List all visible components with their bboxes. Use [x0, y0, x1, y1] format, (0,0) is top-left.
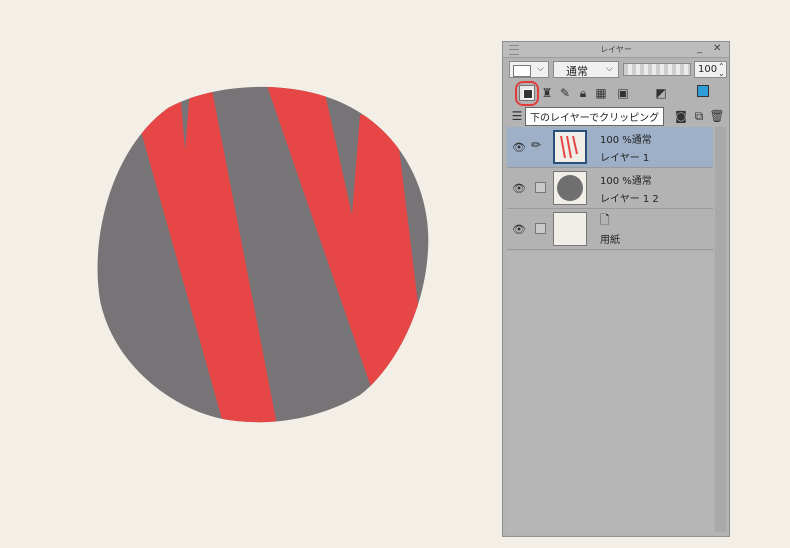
drawing-canvas[interactable] — [0, 0, 500, 548]
layer-name: レイヤー 1 — [600, 153, 650, 164]
pen-icon: ✏︎ — [531, 138, 542, 152]
copy-layer-icon[interactable]: ⧉ — [691, 108, 707, 124]
chevron-down-icon: ⌵ — [537, 64, 544, 74]
layer-opacity-mode: 100 %通常 — [600, 176, 652, 187]
draft-layer-icon[interactable]: ✎ — [557, 85, 573, 101]
reference-layer-icon[interactable]: ♜ — [539, 85, 555, 101]
eye-icon[interactable]: 👁︎ — [512, 182, 526, 195]
layer-color-icon[interactable] — [691, 85, 715, 101]
layer-row[interactable]: 👁︎ 🗋 用紙 — [507, 209, 713, 250]
blend-mode-value: 通常 — [566, 65, 588, 78]
layer-list-empty-area — [507, 252, 713, 532]
layer-thumbnail — [553, 212, 587, 246]
tooltip: 下のレイヤーでクリッピング — [525, 107, 665, 126]
layer-thumbnail — [553, 171, 587, 205]
layer-list-icon[interactable]: ☰ — [509, 108, 525, 124]
chevron-down-icon: ⌵ — [606, 64, 613, 74]
panel-title: レイヤー — [600, 45, 632, 54]
layer-thumbnail — [553, 130, 587, 164]
layer-name: レイヤー 1 2 — [600, 194, 659, 205]
layer-row[interactable]: 👁︎ ✏︎ 100 %通常 レイヤー 1 — [507, 127, 713, 168]
close-button[interactable]: ✕ — [713, 43, 721, 55]
layer-panel: レイヤー _ ✕ ⌵ 通常 ⌵ 100 ⌃ ⌄ ♜ ✎ 🔒︎ ▦ ▣ ◩ ☰ ◙ — [502, 41, 730, 537]
trash-icon[interactable]: 🗑︎ — [709, 108, 725, 124]
layer-row[interactable]: 👁︎ 100 %通常 レイヤー 1 2 — [507, 168, 713, 209]
blend-mode-select[interactable]: 通常 ⌵ — [553, 61, 619, 78]
checkbox[interactable] — [535, 182, 546, 193]
clip-to-below-icon — [523, 89, 533, 99]
mask-icon[interactable]: ▣ — [615, 85, 631, 101]
minimize-button[interactable]: _ — [697, 43, 702, 55]
stepper-icon[interactable]: ⌄ — [718, 69, 725, 78]
lock-transparency-icon[interactable]: ▦ — [593, 85, 609, 101]
ruler-icon[interactable]: ◩ — [653, 85, 669, 101]
eye-icon[interactable]: 👁︎ — [512, 223, 526, 236]
lock-icon[interactable]: 🔒︎ — [575, 85, 591, 101]
eye-icon[interactable]: 👁︎ — [512, 141, 526, 154]
layer-color-dropdown[interactable]: ⌵ — [509, 61, 549, 78]
opacity-value: 100 — [698, 64, 718, 75]
checkbox[interactable] — [535, 223, 546, 234]
layer-name: 用紙 — [600, 235, 620, 246]
opacity-slider[interactable] — [623, 63, 691, 76]
scrollbar[interactable] — [715, 127, 726, 532]
paper-icon: 🗋 — [600, 213, 610, 227]
panel-titlebar[interactable]: レイヤー _ ✕ — [503, 42, 729, 58]
layer-list: 👁︎ ✏︎ 100 %通常 レイヤー 1 👁︎ 100 %通常 レイヤー 1 2… — [507, 127, 713, 250]
new-mask-icon[interactable]: ◙ — [673, 108, 689, 124]
opacity-input[interactable]: 100 ⌃ ⌄ — [694, 61, 727, 78]
color-swatch — [513, 65, 531, 77]
clip-to-below-button[interactable] — [519, 85, 535, 101]
layer-opacity-mode: 100 %通常 — [600, 135, 652, 146]
